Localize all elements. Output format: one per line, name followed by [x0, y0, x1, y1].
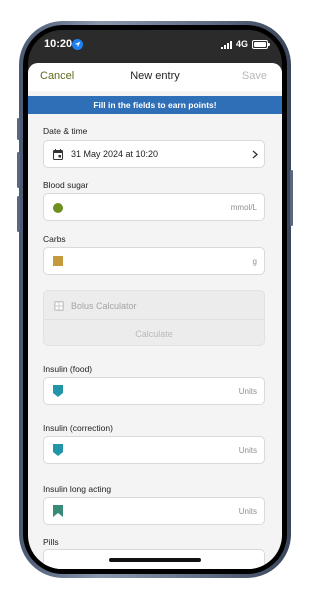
insulin-food-input[interactable]: Units [43, 377, 265, 405]
insulin-long-input[interactable]: Units [43, 497, 265, 525]
date-time-field[interactable]: 31 May 2024 at 10:20 [43, 140, 265, 168]
power-button [290, 170, 293, 226]
action-button [17, 118, 20, 140]
insulin-pen-icon [53, 385, 63, 397]
insulin-long-unit: Units [238, 507, 257, 516]
screen: 10:20 4G Cancel New entry Save Fill in t… [28, 30, 282, 569]
blood-sugar-unit: mmol/L [230, 203, 257, 212]
carbs-icon [53, 256, 63, 266]
home-indicator [109, 558, 201, 562]
insulin-food-label: Insulin (food) [43, 364, 93, 374]
chevron-right-icon [252, 150, 258, 159]
carbs-input[interactable]: g [43, 247, 265, 275]
insulin-long-label: Insulin long acting [43, 484, 112, 494]
status-time: 10:20 [44, 38, 73, 50]
insulin-pen-icon [53, 444, 63, 456]
blood-sugar-input[interactable]: mmol/L [43, 193, 265, 221]
bookmark-icon [53, 505, 63, 517]
insulin-correction-unit: Units [238, 446, 257, 455]
calculator-icon [54, 301, 64, 311]
date-time-value: 31 May 2024 at 10:20 [71, 149, 159, 159]
volume-down-button [17, 196, 20, 232]
date-time-label: Date & time [43, 126, 88, 136]
status-bar: 10:20 4G [28, 30, 282, 60]
save-button[interactable]: Save [242, 70, 267, 82]
bolus-calculator: Bolus Calculator Calculate [43, 290, 265, 346]
calendar-icon [53, 149, 63, 160]
insulin-correction-input[interactable]: Units [43, 436, 265, 464]
insulin-food-unit: Units [238, 387, 257, 396]
insulin-correction-label: Insulin (correction) [43, 423, 113, 433]
blood-sugar-icon [53, 203, 63, 213]
points-banner: Fill in the fields to earn points! [28, 96, 282, 114]
carbs-unit: g [252, 257, 257, 266]
battery-icon [252, 40, 270, 49]
pills-label: Pills [43, 537, 59, 547]
blood-sugar-label: Blood sugar [43, 180, 89, 190]
network-type: 4G [236, 39, 249, 49]
divider [44, 319, 264, 320]
carbs-label: Carbs [43, 234, 66, 244]
volume-up-button [17, 152, 20, 188]
location-arrow-icon [72, 39, 83, 50]
cellular-signal-icon [221, 41, 232, 49]
bolus-calculator-title: Bolus Calculator [71, 301, 137, 311]
calculate-button[interactable]: Calculate [44, 329, 264, 339]
